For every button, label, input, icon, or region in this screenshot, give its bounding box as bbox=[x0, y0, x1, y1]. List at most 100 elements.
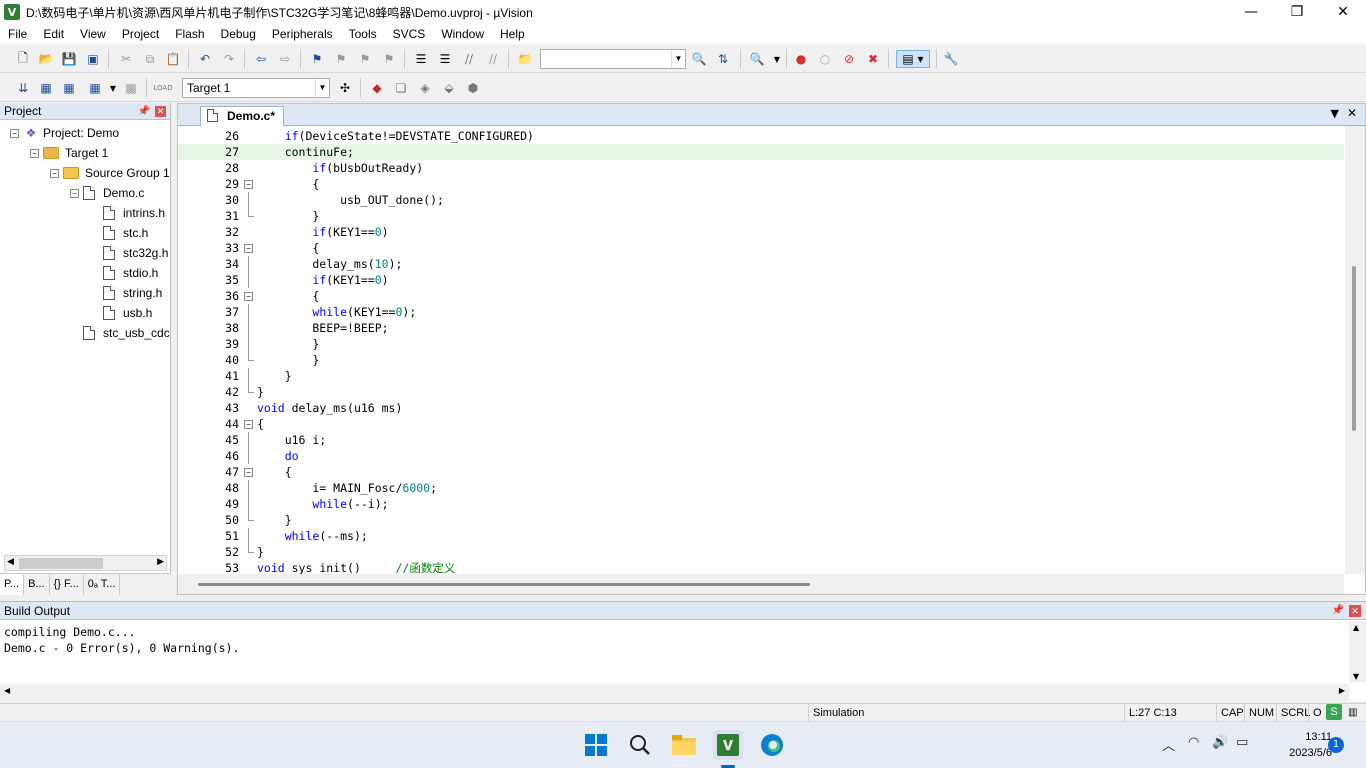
tree-item-file[interactable]: − Demo.c bbox=[70, 183, 144, 203]
menu-edit[interactable]: Edit bbox=[35, 24, 72, 44]
tree-item-file[interactable]: string.h bbox=[90, 283, 162, 303]
code-line[interactable]: 32 if(KEY1==0) bbox=[178, 224, 1344, 240]
editor-vscrollbar[interactable] bbox=[1345, 126, 1365, 574]
manage-run-env-icon[interactable]: ◈ bbox=[416, 79, 434, 97]
code-line[interactable]: 42} bbox=[178, 384, 1344, 400]
fold-toggle-icon[interactable]: − bbox=[244, 244, 253, 253]
code-line[interactable]: 38 BEEP=!BEEP; bbox=[178, 320, 1344, 336]
taskbar-clock[interactable]: 13:11 2023/5/6 bbox=[1289, 729, 1332, 761]
code-line[interactable]: 44−{ bbox=[178, 416, 1344, 432]
code-line[interactable]: 29− { bbox=[178, 176, 1344, 192]
build-icon[interactable]: ▦ bbox=[37, 79, 55, 97]
code-line[interactable]: 39 } bbox=[178, 336, 1344, 352]
new-file-icon[interactable]: 🗋 bbox=[14, 50, 32, 68]
tree-item-file[interactable]: intrins.h bbox=[90, 203, 165, 223]
target-options-icon[interactable]: ✣ bbox=[336, 79, 354, 97]
menu-debug[interactable]: Debug bbox=[213, 24, 264, 44]
menu-svcs[interactable]: SVCS bbox=[385, 24, 434, 44]
volume-icon[interactable]: 🔊 bbox=[1212, 735, 1228, 750]
code-line[interactable]: 43 void delay_ms(u16 ms) bbox=[178, 400, 1344, 416]
window-layout-icon[interactable]: ▤ ▾ bbox=[896, 50, 930, 68]
tab-templates[interactable]: 0ₐ T... bbox=[84, 574, 121, 595]
close-panel-icon[interactable]: ✕ bbox=[155, 106, 166, 117]
close-tab-icon[interactable]: ✕ bbox=[1347, 106, 1357, 120]
tab-project[interactable]: P... bbox=[0, 574, 25, 595]
paste-icon[interactable]: 📋 bbox=[164, 50, 182, 68]
collapse-toggle-icon[interactable]: − bbox=[10, 128, 19, 138]
close-button[interactable]: ✕ bbox=[1320, 0, 1366, 24]
breakpoint-insert-icon[interactable]: ● bbox=[792, 50, 810, 68]
menu-tools[interactable]: Tools bbox=[341, 24, 385, 44]
build-hscrollbar[interactable]: ◀ ▶ bbox=[0, 684, 1349, 701]
rebuild-icon[interactable]: ▦ bbox=[60, 79, 78, 97]
redo-icon[interactable]: ↷ bbox=[220, 50, 238, 68]
tree-item-project[interactable]: − ❖ Project: Demo bbox=[10, 123, 119, 143]
scroll-right-icon[interactable]: ▶ bbox=[157, 557, 164, 567]
code-line[interactable]: 34 delay_ms(10); bbox=[178, 256, 1344, 272]
build-vscrollbar[interactable]: ▲ ▼ bbox=[1349, 621, 1366, 683]
code-line[interactable]: 40 } bbox=[178, 352, 1344, 368]
tray-more-icon[interactable]: ▥ bbox=[1348, 704, 1357, 722]
search-icon[interactable] bbox=[625, 730, 655, 760]
bookmark-next-icon[interactable]: ⚑ bbox=[356, 50, 374, 68]
unindent-icon[interactable]: ☰ bbox=[436, 50, 454, 68]
menu-flash[interactable]: Flash bbox=[167, 24, 212, 44]
indent-icon[interactable]: ☰ bbox=[412, 50, 430, 68]
uvision-taskbar-icon[interactable]: V bbox=[713, 730, 743, 760]
select-packs-icon[interactable]: ❏ bbox=[392, 79, 410, 97]
scroll-left-icon[interactable]: ◀ bbox=[7, 557, 14, 567]
code-line[interactable]: 31 } bbox=[178, 208, 1344, 224]
find-in-files-icon[interactable]: 📁 bbox=[516, 50, 534, 68]
stop-build-icon[interactable]: ▩ bbox=[122, 79, 140, 97]
debug-dropdown-icon[interactable]: ▼ bbox=[768, 50, 786, 68]
save-icon[interactable]: 💾 bbox=[60, 50, 78, 68]
code-line[interactable]: 26 if(DeviceState!=DEVSTATE_CONFIGURED) bbox=[178, 128, 1344, 144]
code-line[interactable]: 51 while(--ms); bbox=[178, 528, 1344, 544]
tree-item-file[interactable]: usb.h bbox=[90, 303, 152, 323]
menu-view[interactable]: View bbox=[72, 24, 114, 44]
debug-session-icon[interactable]: 🔍 bbox=[748, 50, 766, 68]
tray-app-icon[interactable]: S bbox=[1326, 704, 1342, 720]
find-combo[interactable]: ▼ bbox=[540, 49, 686, 69]
code-line[interactable]: 45 u16 i; bbox=[178, 432, 1344, 448]
undo-icon[interactable]: ↶ bbox=[196, 50, 214, 68]
bookmark-prev-icon[interactable]: ⚑ bbox=[332, 50, 350, 68]
incremental-find-icon[interactable]: 🔍 bbox=[690, 50, 708, 68]
code-line[interactable]: 30 usb_OUT_done(); bbox=[178, 192, 1344, 208]
code-line[interactable]: 52} bbox=[178, 544, 1344, 560]
comment-icon[interactable]: // bbox=[460, 50, 478, 68]
code-area[interactable]: 26 if(DeviceState!=DEVSTATE_CONFIGURED) 2… bbox=[178, 128, 1344, 576]
code-line[interactable]: 33− { bbox=[178, 240, 1344, 256]
fold-toggle-icon[interactable]: − bbox=[244, 292, 253, 301]
breakpoint-disable-all-icon[interactable]: ⊘ bbox=[840, 50, 858, 68]
fold-toggle-icon[interactable]: − bbox=[244, 180, 253, 189]
cut-icon[interactable]: ✂ bbox=[117, 50, 135, 68]
fold-toggle-icon[interactable]: − bbox=[244, 468, 253, 477]
tab-demo-c[interactable]: Demo.c* bbox=[200, 106, 285, 126]
pack-installer-icon[interactable]: ⬙ bbox=[440, 79, 458, 97]
maximize-button[interactable]: ❐ bbox=[1274, 0, 1320, 24]
tree-item-file[interactable]: stc32g.h bbox=[90, 243, 168, 263]
tab-books[interactable]: B... bbox=[24, 574, 50, 595]
uncomment-icon[interactable]: // bbox=[484, 50, 502, 68]
battery-icon[interactable]: ▭ bbox=[1236, 735, 1248, 750]
menu-window[interactable]: Window bbox=[433, 24, 492, 44]
build-output-text[interactable]: compiling Demo.c... Demo.c - 0 Error(s), … bbox=[4, 624, 239, 656]
menu-file[interactable]: File bbox=[0, 24, 35, 44]
code-line[interactable]: 49 while(--i); bbox=[178, 496, 1344, 512]
collapse-toggle-icon[interactable]: − bbox=[70, 188, 79, 198]
navigate-back-icon[interactable]: ⇦ bbox=[252, 50, 270, 68]
batch-build-dropdown-icon[interactable]: ▼ bbox=[104, 79, 122, 97]
pin-icon[interactable]: 📌 bbox=[1332, 602, 1344, 620]
file-explorer-icon[interactable] bbox=[669, 730, 699, 760]
code-line[interactable]: 50 } bbox=[178, 512, 1344, 528]
target-select[interactable]: Target 1 ▼ bbox=[182, 78, 330, 98]
breakpoint-kill-all-icon[interactable]: ✖ bbox=[864, 50, 882, 68]
notification-badge[interactable]: 1 bbox=[1328, 737, 1344, 753]
tray-chevron-up-icon[interactable]: ︿ bbox=[1162, 735, 1175, 754]
collapse-toggle-icon[interactable]: − bbox=[50, 168, 59, 178]
code-line[interactable]: 36− { bbox=[178, 288, 1344, 304]
close-panel-icon[interactable]: ✕ bbox=[1349, 605, 1361, 617]
configure-icon[interactable]: 🔧 bbox=[942, 50, 960, 68]
code-line[interactable]: 41 } bbox=[178, 368, 1344, 384]
